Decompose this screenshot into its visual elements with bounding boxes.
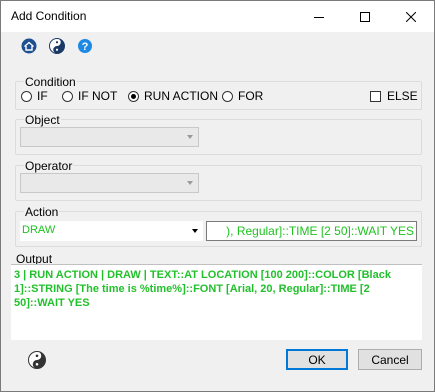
yin-yang-icon[interactable] bbox=[27, 350, 47, 370]
window-title: Add Condition bbox=[11, 9, 87, 23]
radio-circle bbox=[21, 90, 32, 102]
chevron-down-icon bbox=[187, 135, 193, 139]
maximize-icon bbox=[360, 11, 370, 22]
minimize-button[interactable] bbox=[296, 1, 342, 32]
radio-run-action-label: RUN ACTION bbox=[144, 89, 219, 103]
checkbox-box bbox=[370, 90, 381, 102]
chevron-down-icon bbox=[187, 181, 193, 185]
radio-if-not-label: IF NOT bbox=[78, 89, 118, 103]
cancel-button[interactable]: Cancel bbox=[358, 349, 422, 370]
object-legend: Object bbox=[24, 113, 61, 127]
home-icon[interactable] bbox=[20, 37, 38, 55]
else-checkbox[interactable]: ELSE bbox=[370, 89, 418, 103]
title-bar: Add Condition bbox=[1, 1, 434, 32]
help-icon[interactable]: ? bbox=[76, 37, 94, 55]
radio-for[interactable]: FOR bbox=[222, 89, 263, 103]
action-group: Action DRAW ), Regular]::TIME [2 50]::WA… bbox=[15, 205, 422, 247]
operator-dropdown[interactable] bbox=[20, 173, 199, 193]
radio-if[interactable]: IF bbox=[21, 89, 48, 103]
operator-group: Operator bbox=[15, 159, 422, 201]
action-selected: DRAW bbox=[22, 224, 56, 236]
output-textbox[interactable]: 3 | RUN ACTION | DRAW | TEXT::AT LOCATIO… bbox=[11, 264, 422, 340]
radio-if-label: IF bbox=[37, 89, 48, 103]
action-legend: Action bbox=[24, 205, 60, 219]
action-parameters-text: ), Regular]::TIME [2 50]::WAIT YES bbox=[226, 224, 414, 238]
else-label: ELSE bbox=[387, 89, 418, 103]
radio-circle bbox=[62, 90, 73, 102]
maximize-button[interactable] bbox=[342, 1, 388, 32]
chevron-down-icon bbox=[186, 221, 203, 241]
condition-group: Condition IF IF NOT RUN ACTION FOR ELSE bbox=[15, 75, 422, 110]
ok-button[interactable]: OK bbox=[286, 349, 348, 370]
yin-yang-icon[interactable] bbox=[48, 37, 66, 55]
radio-for-label: FOR bbox=[238, 89, 264, 103]
operator-legend: Operator bbox=[24, 159, 74, 173]
object-dropdown[interactable] bbox=[20, 127, 199, 147]
action-dropdown[interactable]: DRAW bbox=[20, 221, 203, 241]
svg-text:?: ? bbox=[82, 41, 89, 53]
condition-legend: Condition bbox=[24, 75, 77, 89]
radio-circle-selected bbox=[128, 90, 139, 102]
radio-circle bbox=[222, 90, 233, 102]
add-condition-dialog: Add Condition ? Condition IF IF NOT RUN … bbox=[0, 0, 435, 392]
output-text: 3 | RUN ACTION | DRAW | TEXT::AT LOCATIO… bbox=[14, 269, 391, 309]
radio-if-not[interactable]: IF NOT bbox=[62, 89, 117, 103]
minimize-icon bbox=[314, 16, 324, 18]
close-icon bbox=[406, 11, 416, 22]
close-button[interactable] bbox=[388, 1, 434, 32]
radio-run-action[interactable]: RUN ACTION bbox=[128, 89, 218, 103]
action-parameters-field[interactable]: ), Regular]::TIME [2 50]::WAIT YES bbox=[206, 221, 417, 241]
toolbar: ? bbox=[1, 32, 434, 60]
object-group: Object bbox=[15, 113, 422, 155]
